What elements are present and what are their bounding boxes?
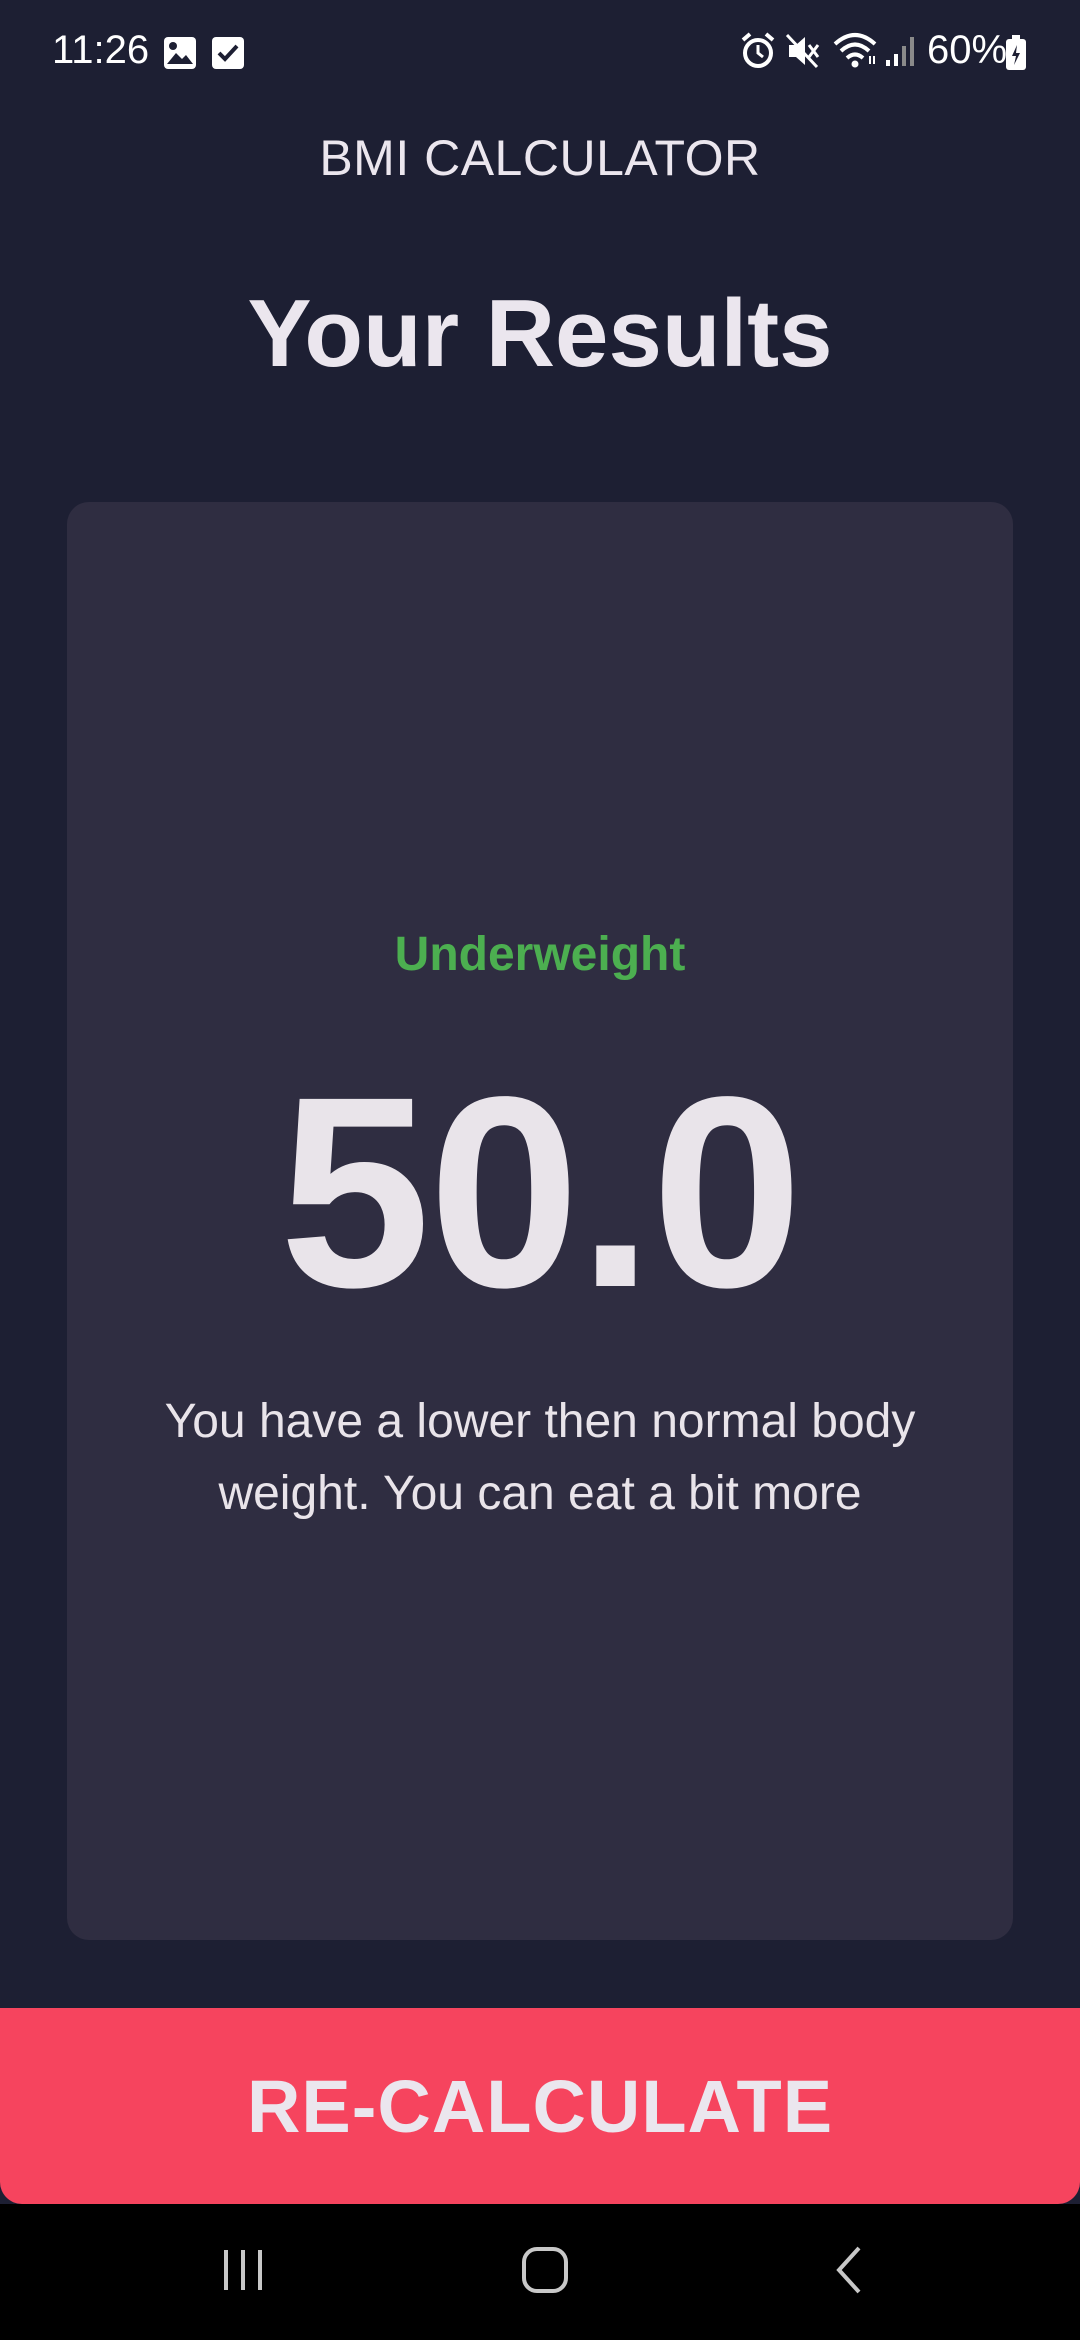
recalculate-button[interactable]: RE-CALCULATE (0, 2008, 1080, 2204)
result-card: Underweight 50.0 You have a lower then n… (67, 502, 1013, 1940)
recent-apps-button[interactable] (183, 2232, 303, 2312)
back-button[interactable] (789, 2232, 909, 2312)
navigation-bar (0, 2204, 1080, 2340)
home-icon (520, 2245, 570, 2300)
recalculate-button-label: RE-CALCULATE (246, 2064, 834, 2148)
battery-icon (1004, 34, 1028, 77)
signal-icon (884, 34, 916, 73)
image-icon (163, 36, 197, 75)
alarm-icon (740, 32, 776, 75)
bmi-message: You have a lower then normal body weight… (164, 1395, 916, 1520)
page-title: Your Results (247, 280, 833, 387)
battery-percent: 60% (927, 28, 1008, 72)
checkbox-icon (211, 36, 245, 75)
app-bar-title: BMI CALCULATOR (319, 130, 761, 186)
recent-apps-icon (218, 2248, 268, 2297)
bmi-status-label: Underweight (394, 928, 686, 981)
wifi-icon (832, 30, 878, 75)
bmi-value: 50.0 (279, 1040, 802, 1344)
mute-icon (785, 32, 821, 75)
status-time: 11:26 (52, 28, 150, 72)
home-button[interactable] (485, 2232, 605, 2312)
back-icon (829, 2244, 869, 2301)
status-bar: 11:26 60% (0, 0, 1080, 100)
